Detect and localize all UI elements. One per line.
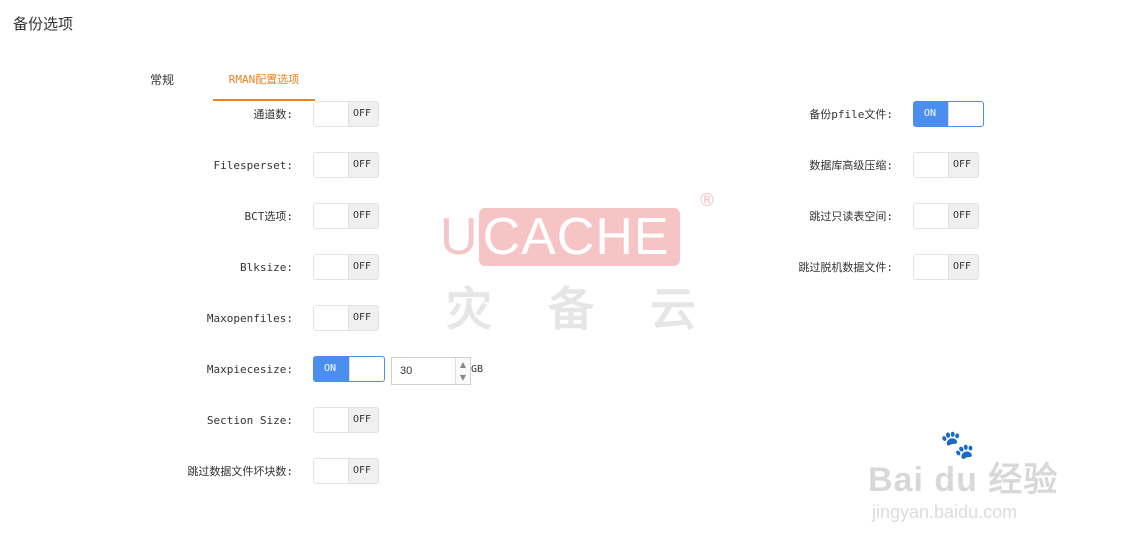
toggle-state: OFF xyxy=(353,159,372,170)
registered-mark: ® xyxy=(698,190,716,211)
maxpiecesize-toggle[interactable]: ON xyxy=(313,356,385,382)
backup-pfile-toggle[interactable]: ON xyxy=(913,101,984,127)
maxopenfiles-toggle[interactable]: OFF xyxy=(313,305,379,331)
advanced-compression-toggle[interactable]: OFF xyxy=(913,152,979,178)
baidu-watermark: Bai du 经验 xyxy=(868,461,1059,499)
chevron-up-icon: ▲ xyxy=(459,360,467,369)
page-title: 备份选项 xyxy=(13,15,74,33)
ucache-zh-watermark: 灾备云 xyxy=(446,282,752,336)
maxpiecesize-input[interactable] xyxy=(392,358,454,384)
skip-readonly-tablespace-label: 跳过只读表空间: xyxy=(809,210,893,223)
toggle-state: ON xyxy=(924,108,937,119)
skip-corrupt-blocks-toggle[interactable]: OFF xyxy=(313,458,379,484)
toggle-knob xyxy=(349,357,384,381)
filesperset-toggle[interactable]: OFF xyxy=(313,152,379,178)
chevron-down-icon: ▼ xyxy=(459,373,467,382)
toggle-knob xyxy=(314,153,349,177)
toggle-state: OFF xyxy=(953,210,972,221)
skip-corrupt-blocks-label: 跳过数据文件坏块数: xyxy=(187,465,293,478)
skip-readonly-tablespace-toggle[interactable]: OFF xyxy=(913,203,979,229)
advanced-compression-label: 数据库高级压缩: xyxy=(809,159,893,172)
toggle-knob xyxy=(314,204,349,228)
maxpiecesize-label: Maxpiecesize: xyxy=(206,363,293,376)
toggle-knob xyxy=(314,306,349,330)
tab-general[interactable]: 常规 xyxy=(112,65,212,99)
jingyan-url-watermark: jingyan.baidu.com xyxy=(872,502,1018,522)
blksize-toggle[interactable]: OFF xyxy=(313,254,379,280)
tab-rman-options[interactable]: RMAN配置选项 xyxy=(213,65,315,101)
skip-offline-datafiles-label: 跳过脱机数据文件: xyxy=(798,261,893,274)
spin-down-button[interactable]: ▼ xyxy=(455,371,470,384)
toggle-state: OFF xyxy=(953,159,972,170)
blksize-label: Blksize: xyxy=(240,261,293,274)
filesperset-label: Filesperset: xyxy=(213,159,293,172)
toggle-state: OFF xyxy=(353,414,372,425)
bct-option-label: BCT选项: xyxy=(244,210,294,223)
toggle-state: OFF xyxy=(353,210,372,221)
channel-count-toggle[interactable]: OFF xyxy=(313,101,379,127)
backup-pfile-label: 备份pfile文件: xyxy=(809,108,893,121)
maxpiecesize-unit: GB xyxy=(471,364,484,375)
toggle-state: OFF xyxy=(353,108,372,119)
bct-option-toggle[interactable]: OFF xyxy=(313,203,379,229)
toggle-knob xyxy=(314,102,349,126)
toggle-knob xyxy=(314,255,349,279)
ucache-watermark-u: U xyxy=(440,208,479,266)
section-size-toggle[interactable]: OFF xyxy=(313,407,379,433)
toggle-state: OFF xyxy=(353,261,372,272)
toggle-knob xyxy=(914,153,949,177)
ucache-watermark: UCACHE xyxy=(440,208,696,266)
section-size-label: Section Size: xyxy=(206,414,293,427)
spin-up-button[interactable]: ▲ xyxy=(455,358,470,372)
maxopenfiles-label: Maxopenfiles: xyxy=(206,312,293,325)
toggle-state: OFF xyxy=(953,261,972,272)
toggle-state: ON xyxy=(324,363,337,374)
toggle-knob xyxy=(914,204,949,228)
toggle-state: OFF xyxy=(353,312,372,323)
toggle-knob xyxy=(914,255,949,279)
toggle-knob xyxy=(314,459,349,483)
channel-count-label: 通道数: xyxy=(253,108,293,121)
toggle-state: OFF xyxy=(353,465,372,476)
toggle-knob xyxy=(948,102,983,126)
skip-offline-datafiles-toggle[interactable]: OFF xyxy=(913,254,979,280)
maxpiecesize-number-field: ▲ ▼ xyxy=(391,357,471,385)
toggle-knob xyxy=(314,408,349,432)
ucache-watermark-rest: CACHE xyxy=(478,208,680,266)
tab-bar: 常规 RMAN配置选项 xyxy=(112,65,316,101)
